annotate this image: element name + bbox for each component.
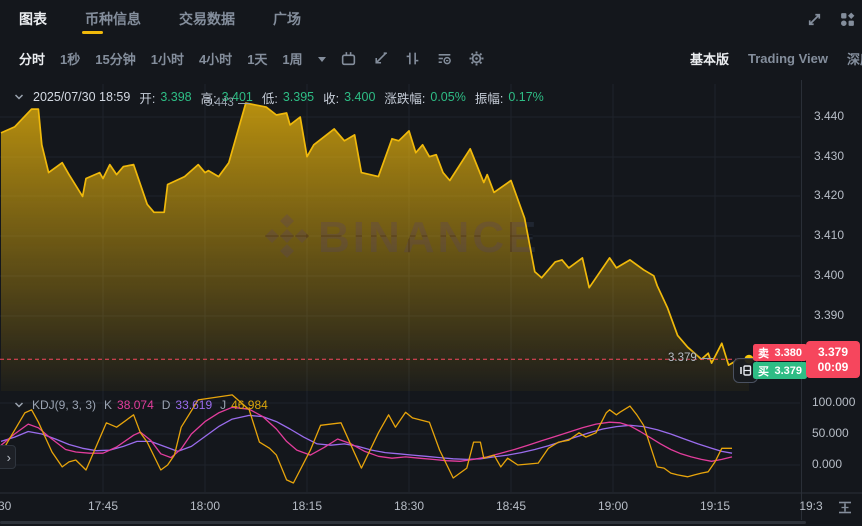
d-value: 33.619 (175, 398, 212, 412)
top-nav: 图表 币种信息 交易数据 广场 (0, 0, 862, 38)
d-label: D (162, 398, 171, 412)
panel-expand-handle[interactable]: › (0, 445, 16, 469)
time-axis-tick: 18:00 (190, 499, 220, 513)
kdj-axis-tick: 100.000 (812, 395, 855, 409)
price-axis-tick: 3.410 (814, 228, 844, 242)
close-label: 收: (323, 88, 339, 107)
candle-datetime: 2025/07/30 18:59 (33, 90, 130, 104)
open-label: 开: (139, 88, 155, 107)
change-label: 涨跌幅: (384, 88, 425, 107)
ohlc-info-row: 2025/07/30 18:59 开: 3.398 高: 3.401 低: 3.… (14, 89, 544, 105)
last-price-countdown-badge: 3.379 00:09 (806, 341, 860, 378)
time-axis-tick: 18:45 (496, 499, 526, 513)
svg-text:BINANCE: BINANCE (318, 213, 539, 262)
chart-mode-tab[interactable]: 深度图 (847, 49, 862, 68)
price-axis-tick: 3.420 (814, 188, 844, 202)
chart-tools (340, 50, 500, 67)
active-tab-underline (82, 31, 103, 34)
time-axis-tick: 19:15 (700, 499, 730, 513)
kdj-title: KDJ(9, 3, 3) (32, 398, 96, 412)
kdj-indicator-header: KDJ(9, 3, 3) K 38.074 D 33.619 J 46.984 (14, 397, 268, 412)
time-axis-tick: 18:15 (292, 499, 322, 513)
k-label: K (104, 398, 112, 412)
k-value: 38.074 (117, 398, 154, 412)
kdj-axis-tick: 0.000 (812, 457, 842, 471)
low-label: 低: (262, 88, 278, 107)
collapse-chevron-icon[interactable] (14, 401, 24, 409)
collapse-chevron-icon[interactable] (14, 93, 24, 101)
chart-display-settings-icon[interactable] (436, 50, 453, 67)
price-axis-tick: 3.430 (814, 149, 844, 163)
layout-grid-icon[interactable] (838, 10, 856, 28)
session-high-marker: 3.443 (205, 97, 250, 109)
last-price: 3.379 (818, 345, 848, 360)
buy-label: 买 (758, 363, 769, 379)
time-axis-tick: 17:45 (88, 499, 118, 513)
chart-mode-tabs: 基本版 Trading View 深度图 (690, 40, 862, 76)
settings-gear-icon[interactable] (468, 50, 485, 67)
time-axis-tick: 18:30 (394, 499, 424, 513)
buy-price: 3.379 (774, 365, 802, 377)
chart-mode-tab[interactable]: Trading View (748, 51, 828, 66)
nav-tab[interactable]: 图表 (19, 9, 47, 29)
interval-button[interactable]: 1秒 (60, 49, 80, 68)
nav-tab[interactable]: 币种信息 (85, 9, 141, 29)
price-axis-tick: 3.440 (814, 109, 844, 123)
scale-fit-icon[interactable] (836, 500, 854, 520)
change-value: 0.05% (430, 90, 465, 104)
close-value: 3.400 (344, 90, 375, 104)
nav-tab[interactable]: 广场 (273, 9, 301, 29)
buy-price-badge[interactable]: 买 3.379 (753, 362, 807, 379)
time-axis-tick: 19:00 (598, 499, 628, 513)
interval-button[interactable]: 分时 (19, 49, 45, 68)
time-axis-tick: 19:3 (799, 499, 822, 513)
interval-button[interactable]: 1周 (282, 49, 302, 68)
amplitude-value: 0.17% (508, 90, 543, 104)
interval-button[interactable]: 1天 (247, 49, 267, 68)
nav-tab[interactable]: 交易数据 (179, 9, 235, 29)
kdj-axis-tick: 50.000 (812, 426, 849, 440)
orderbook-icon (739, 364, 752, 377)
candle-countdown: 00:09 (818, 360, 849, 375)
low-value: 3.395 (283, 90, 314, 104)
top-right-icons (805, 10, 856, 28)
fullscreen-icon[interactable] (805, 10, 823, 28)
sell-label: 卖 (758, 345, 769, 361)
time-axis-tick: :30 (0, 499, 11, 513)
horizontal-scrollbar[interactable] (0, 521, 806, 524)
open-value: 3.398 (160, 90, 191, 104)
sell-price: 3.380 (774, 347, 802, 359)
marker-dash (238, 103, 250, 104)
interval-selector: 分时 1秒 15分钟 1小时 4小时 1天 1周 (19, 49, 318, 68)
interval-button[interactable]: 1小时 (151, 49, 184, 68)
nav-tabs: 图表 币种信息 交易数据 广场 (19, 9, 301, 29)
interval-button[interactable]: 15分钟 (95, 49, 135, 68)
session-low-marker: 3.379 (668, 352, 713, 364)
price-chart-canvas[interactable]: BINANCE (0, 0, 862, 526)
trendline-tool-icon[interactable] (372, 50, 389, 67)
interval-button[interactable]: 4小时 (199, 49, 232, 68)
indicators-icon[interactable] (404, 50, 421, 67)
interval-dropdown-caret[interactable] (318, 57, 326, 62)
j-label: J (220, 398, 226, 412)
price-axis-tick: 3.400 (814, 268, 844, 282)
sell-price-badge[interactable]: 卖 3.380 (753, 344, 807, 361)
trading-chart-page: { "header": { "tabs": [ {"label": "图表", … (0, 0, 862, 526)
chart-mode-tab[interactable]: 基本版 (690, 49, 729, 68)
amplitude-label: 振幅: (475, 88, 503, 107)
candlestick-icon[interactable] (340, 50, 357, 67)
price-axis-tick: 3.390 (814, 308, 844, 322)
j-value: 46.984 (231, 398, 268, 412)
marker-dash (701, 358, 713, 359)
